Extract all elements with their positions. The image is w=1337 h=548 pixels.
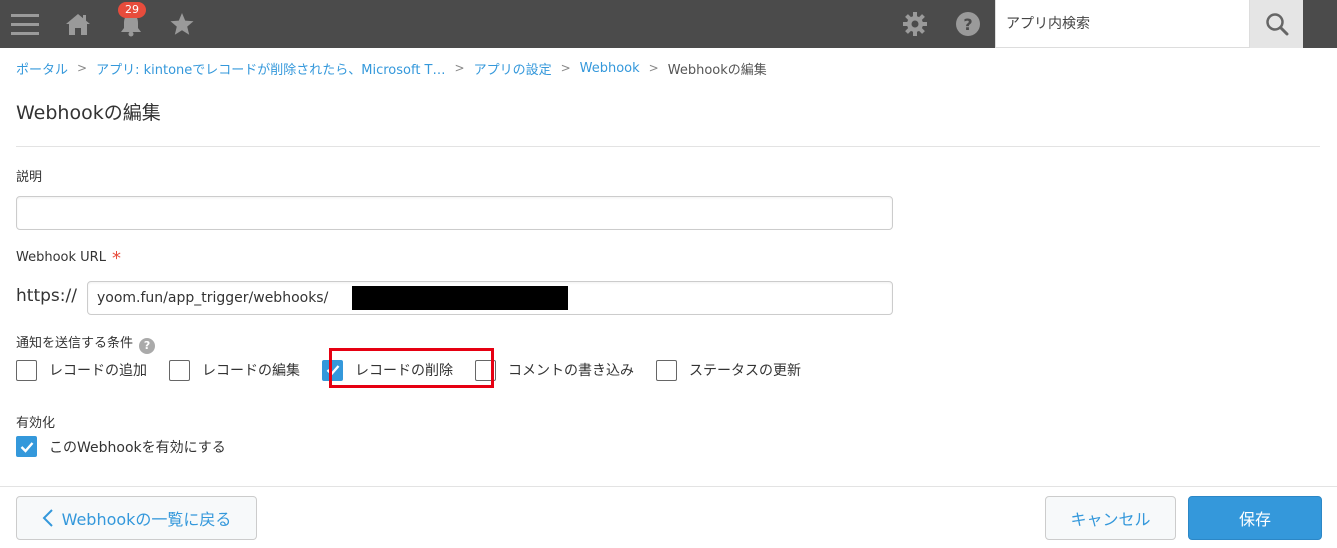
webhook-url-label-text: Webhook URL bbox=[16, 250, 106, 265]
page-title: Webhookの編集 bbox=[16, 102, 161, 124]
breadcrumb-app[interactable]: アプリ: kintoneでレコードが削除されたら、Microsoft T… bbox=[96, 59, 445, 78]
notification-badge: 29 bbox=[118, 2, 146, 18]
conditions-label-text: 通知を送信する条件 bbox=[16, 336, 134, 351]
star-icon[interactable] bbox=[167, 0, 197, 48]
checkbox[interactable] bbox=[656, 359, 677, 381]
checkbox-label: レコードの追加 bbox=[49, 363, 147, 379]
search-button[interactable] bbox=[1250, 0, 1303, 48]
enable-webhook-option[interactable]: このWebhookを有効にする bbox=[16, 436, 226, 457]
menu-icon[interactable] bbox=[10, 0, 40, 48]
search-input[interactable] bbox=[996, 0, 1249, 47]
checkmark-icon bbox=[20, 441, 33, 453]
breadcrumb-portal[interactable]: ポータル bbox=[16, 59, 68, 78]
condition-write-comment[interactable]: コメントの書き込み bbox=[475, 359, 634, 381]
breadcrumb-separator: > bbox=[77, 61, 88, 75]
svg-text:?: ? bbox=[963, 15, 972, 34]
breadcrumb-separator: > bbox=[560, 61, 571, 75]
breadcrumb: ポータル > アプリ: kintoneでレコードが削除されたら、Microsof… bbox=[16, 58, 767, 78]
breadcrumb-separator: > bbox=[648, 61, 659, 75]
checkbox-label: コメントの書き込み bbox=[508, 363, 634, 379]
condition-add-record[interactable]: レコードの追加 bbox=[16, 359, 147, 381]
breadcrumb-current: Webhookの編集 bbox=[667, 62, 767, 78]
footer-divider bbox=[0, 486, 1337, 487]
checkbox-label: このWebhookを有効にする bbox=[49, 439, 226, 456]
webhook-url-label: Webhook URL * bbox=[16, 248, 121, 269]
highlight-box bbox=[329, 348, 494, 388]
redacted-area bbox=[352, 286, 568, 310]
enable-label: 有効化 bbox=[16, 416, 56, 431]
chevron-left-icon bbox=[42, 509, 53, 527]
cancel-button[interactable]: キャンセル bbox=[1045, 496, 1176, 540]
app-search-box bbox=[995, 0, 1250, 48]
breadcrumb-separator: > bbox=[454, 61, 465, 75]
search-icon bbox=[1265, 13, 1288, 36]
description-input[interactable] bbox=[16, 196, 893, 230]
help-icon[interactable]: ? bbox=[953, 0, 983, 48]
save-button[interactable]: 保存 bbox=[1188, 496, 1322, 540]
conditions-label: 通知を送信する条件? bbox=[16, 332, 156, 354]
help-icon[interactable]: ? bbox=[139, 338, 156, 354]
condition-update-status[interactable]: ステータスの更新 bbox=[656, 359, 801, 381]
checkbox-label: ステータスの更新 bbox=[689, 363, 801, 379]
condition-edit-record[interactable]: レコードの編集 bbox=[169, 359, 300, 381]
checkbox-checked[interactable] bbox=[16, 436, 37, 457]
description-label: 説明 bbox=[16, 170, 43, 185]
breadcrumb-app-settings[interactable]: アプリの設定 bbox=[474, 59, 552, 78]
back-button-label: Webhookの一覧に戻る bbox=[61, 510, 232, 529]
checkbox-label: レコードの編集 bbox=[202, 363, 300, 379]
gear-icon[interactable] bbox=[900, 0, 930, 48]
home-icon[interactable] bbox=[63, 0, 93, 48]
required-mark: * bbox=[111, 248, 121, 269]
divider bbox=[16, 146, 1320, 147]
checkbox[interactable] bbox=[169, 359, 190, 381]
url-prefix: https:// bbox=[16, 286, 77, 306]
breadcrumb-webhook[interactable]: Webhook bbox=[580, 61, 640, 76]
top-navigation-bar: 29 ? bbox=[0, 0, 1337, 48]
back-to-list-button[interactable]: Webhookの一覧に戻る bbox=[16, 496, 257, 540]
checkbox[interactable] bbox=[16, 359, 37, 381]
